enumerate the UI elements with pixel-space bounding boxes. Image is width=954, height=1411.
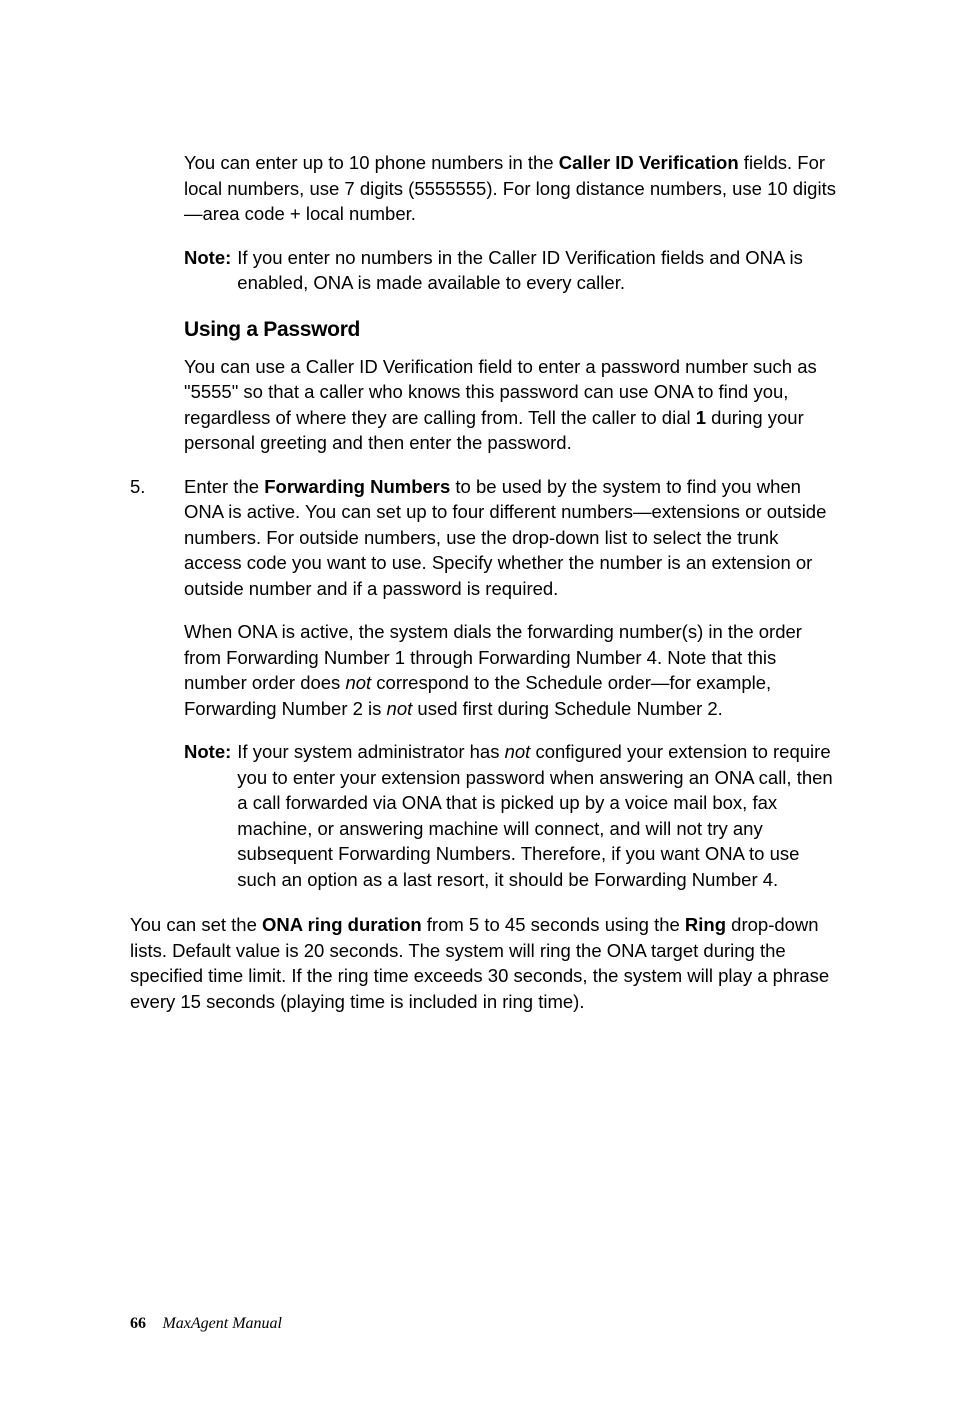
bold-text: Caller ID Verification: [559, 152, 739, 173]
paragraph-password: You can use a Caller ID Verification fie…: [184, 354, 839, 456]
paragraph-ring-duration: You can set the ONA ring duration from 5…: [130, 912, 839, 1014]
text: used first during Schedule Number 2.: [412, 698, 723, 719]
item-number: 5.: [130, 474, 184, 602]
text: If your system administrator has: [237, 741, 504, 762]
italic-text: not: [345, 672, 371, 693]
note-text: If you enter no numbers in the Caller ID…: [237, 245, 839, 296]
text: configured your extension to require you…: [237, 741, 832, 890]
page-footer: 66 MaxAgent Manual: [130, 1315, 282, 1333]
page-content: You can enter up to 10 phone numbers in …: [0, 0, 954, 1092]
paragraph-ona-active: When ONA is active, the system dials the…: [184, 619, 839, 721]
bold-text: Ring: [685, 914, 726, 935]
list-item-5: 5. Enter the Forwarding Numbers to be us…: [130, 474, 839, 602]
book-title: MaxAgent Manual: [162, 1315, 282, 1332]
note-text: If your system administrator has not con…: [237, 739, 839, 892]
page-number: 66: [130, 1315, 146, 1332]
text: You can set the: [130, 914, 262, 935]
item-content: Enter the Forwarding Numbers to be used …: [184, 474, 839, 602]
note-label: Note:: [184, 739, 237, 892]
bold-text: Forwarding Numbers: [264, 476, 450, 497]
italic-text: not: [505, 741, 531, 762]
note-block-1: Note: If you enter no numbers in the Cal…: [184, 245, 839, 296]
bold-text: ONA ring duration: [262, 914, 422, 935]
note-block-2: Note: If your system administrator has n…: [184, 739, 839, 892]
paragraph-caller-id: You can enter up to 10 phone numbers in …: [184, 150, 839, 227]
note-label: Note:: [184, 245, 237, 296]
text: Enter the: [184, 476, 264, 497]
text: You can enter up to 10 phone numbers in …: [184, 152, 559, 173]
subheading-using-password: Using a Password: [184, 318, 839, 342]
bold-text: 1: [696, 407, 706, 428]
text: from 5 to 45 seconds using the: [422, 914, 685, 935]
italic-text: not: [387, 698, 413, 719]
